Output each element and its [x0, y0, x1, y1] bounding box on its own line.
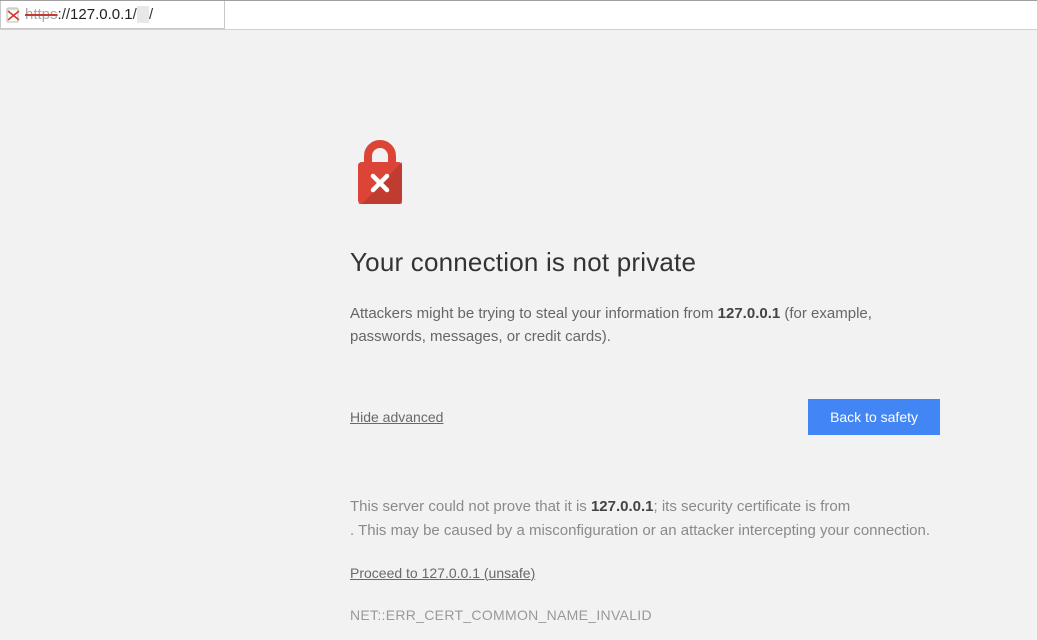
url-host: 127.0.0.1	[70, 6, 133, 23]
proceed-unsafe-link[interactable]: Proceed to 127.0.0.1 (unsafe)	[350, 565, 535, 581]
advanced-pre: This server could not prove that it is	[350, 498, 591, 515]
advanced-post: . This may be caused by a misconfigurati…	[350, 522, 930, 539]
address-bar[interactable]: https://127.0.0.1/ /	[0, 1, 225, 29]
warning-subtext-pre: Attackers might be trying to steal your …	[350, 305, 718, 322]
address-bar-container: https://127.0.0.1/ /	[0, 0, 1037, 30]
hide-advanced-link[interactable]: Hide advanced	[350, 409, 443, 425]
warning-title: Your connection is not private	[350, 247, 940, 278]
advanced-explanation: This server could not prove that it is 1…	[350, 495, 940, 543]
warning-subtext-host: 127.0.0.1	[718, 305, 781, 322]
url-scheme-separator: ://	[58, 6, 71, 23]
action-row: Hide advanced Back to safety	[350, 399, 940, 435]
url-text: https://127.0.0.1/ /	[25, 6, 153, 23]
url-redacted-segment	[137, 6, 149, 23]
advanced-mid: ; its security certificate is from	[654, 498, 851, 515]
url-scheme: https	[25, 6, 58, 23]
back-to-safety-button[interactable]: Back to safety	[808, 399, 940, 435]
warning-subtext: Attackers might be trying to steal your …	[350, 302, 940, 349]
broken-https-page-icon	[5, 7, 21, 23]
url-slash-2: /	[149, 6, 153, 23]
advanced-host: 127.0.0.1	[591, 498, 654, 515]
ssl-warning-interstitial: Your connection is not private Attackers…	[350, 140, 940, 623]
error-code: NET::ERR_CERT_COMMON_NAME_INVALID	[350, 607, 940, 623]
lock-error-icon	[350, 140, 940, 211]
